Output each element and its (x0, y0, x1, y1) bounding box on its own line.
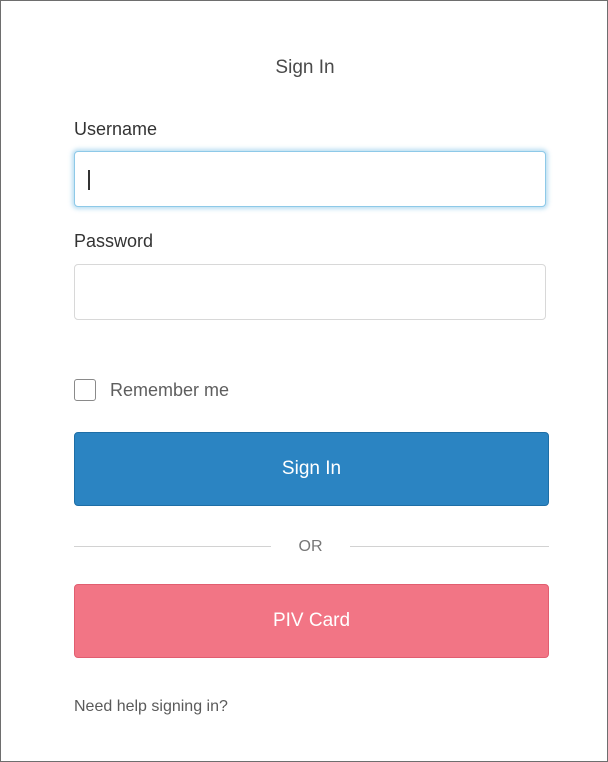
divider-line-left (74, 546, 271, 547)
page-title: Sign In (275, 57, 335, 78)
login-window: Sign In Username Password Remember me Si… (0, 0, 608, 762)
remember-me-option[interactable]: Remember me (74, 377, 229, 403)
help-signing-in-link[interactable]: Need help signing in? (74, 698, 228, 716)
password-label: Password (74, 231, 154, 251)
username-label: Username (74, 119, 158, 139)
sign-in-button[interactable]: Sign In (74, 432, 549, 506)
text-cursor (88, 170, 90, 190)
password-input[interactable] (74, 264, 546, 320)
remember-me-checkbox[interactable] (74, 379, 96, 401)
divider-line-right (350, 546, 549, 547)
piv-card-button[interactable]: PIV Card (74, 584, 549, 658)
remember-me-label: Remember me (110, 379, 230, 400)
username-input[interactable] (74, 151, 546, 207)
or-divider-text: OR (298, 538, 323, 555)
